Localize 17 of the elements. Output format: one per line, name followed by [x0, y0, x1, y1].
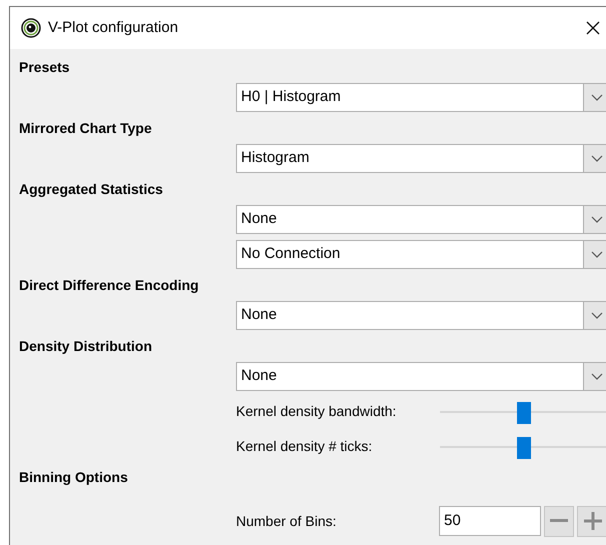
section-heading: Aggregated Statistics — [19, 180, 163, 199]
dropdown[interactable]: None — [236, 301, 606, 330]
dropdown[interactable]: H0 | Histogram — [236, 83, 606, 112]
dropdown[interactable]: No Connection — [236, 240, 606, 269]
field-label: Number of Bins: — [236, 512, 338, 530]
dropdown[interactable]: None — [236, 362, 606, 391]
number-field[interactable]: 50 — [439, 506, 541, 536]
slider-label: Kernel density # ticks: — [236, 437, 374, 456]
section-heading: Density Distribution — [19, 336, 152, 356]
dropdown[interactable]: Histogram — [236, 144, 606, 173]
section-heading: Binning Options — [19, 468, 128, 487]
window-title: V-Plot configuration — [48, 18, 178, 38]
section-heading: Mirrored Chart Type — [19, 118, 152, 138]
dropdown[interactable]: None — [236, 205, 606, 234]
slider-label: Kernel density bandwidth: — [236, 402, 398, 421]
section-heading: Presets — [19, 58, 70, 76]
section-heading: Direct Difference Encoding — [19, 276, 199, 295]
